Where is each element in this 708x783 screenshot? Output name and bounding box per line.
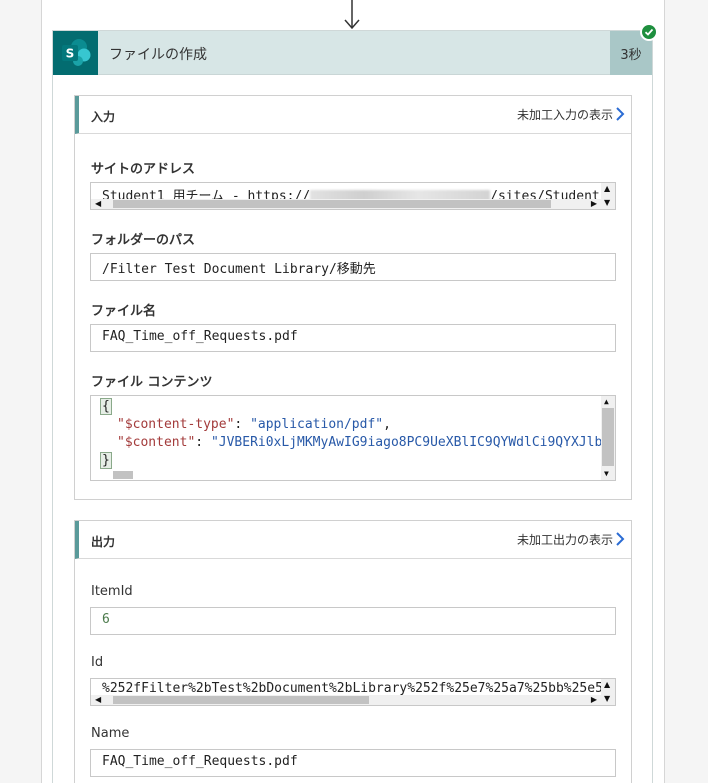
folder-path-value: /Filter Test Document Library/移動先 bbox=[102, 262, 376, 277]
id-value: %252fFilter%2bTest%2bDocument%2bLibrary%… bbox=[102, 681, 616, 696]
outputs-section-header: 出力 未加工出力の表示 bbox=[75, 521, 631, 559]
item-id-value: 6 bbox=[102, 612, 110, 627]
scroll-right-icon[interactable]: ▶ bbox=[591, 200, 597, 208]
name-value: FAQ_Time_off_Requests.pdf bbox=[102, 754, 298, 769]
json-key-content: "$content" bbox=[117, 435, 196, 450]
json-value-content-type: "application/pdf" bbox=[250, 417, 384, 432]
json-line-content: "$content": "JVBERi0xLjMKMyAwIG9iago8PC9… bbox=[117, 435, 616, 450]
json-key-content-type: "$content-type" bbox=[117, 417, 235, 432]
file-name-value: FAQ_Time_off_Requests.pdf bbox=[102, 329, 298, 344]
scroll-down-icon[interactable]: ▼ bbox=[604, 199, 610, 207]
duration-text: 3秒 bbox=[620, 47, 642, 63]
file-name-label: ファイル名 bbox=[91, 304, 157, 319]
file-content-label: ファイル コンテンツ bbox=[91, 375, 213, 390]
scroll-left-icon[interactable]: ◀ bbox=[95, 696, 101, 704]
site-address-label: サイトのアドレス bbox=[91, 162, 196, 177]
scrollbar-thumb[interactable] bbox=[113, 471, 133, 479]
folder-path-label: フォルダーのパス bbox=[91, 233, 196, 248]
chevron-right-icon[interactable] bbox=[613, 530, 627, 548]
site-address-vertical-scrollbar[interactable]: ▲ ▼ bbox=[601, 183, 615, 209]
chevron-right-icon[interactable] bbox=[613, 105, 627, 123]
json-open-line: { bbox=[100, 398, 112, 415]
name-label: Name bbox=[91, 726, 130, 741]
scroll-right-icon[interactable]: ▶ bbox=[591, 696, 597, 704]
scroll-up-icon[interactable]: ▲ bbox=[604, 681, 610, 689]
folder-path-field[interactable]: /Filter Test Document Library/移動先 bbox=[90, 253, 616, 281]
scrollbar-thumb[interactable] bbox=[602, 408, 614, 466]
item-id-label: ItemId bbox=[91, 584, 133, 599]
item-id-field[interactable]: 6 bbox=[90, 607, 616, 635]
site-address-field[interactable]: Student1 用チーム - https:///sites/Student1 … bbox=[90, 182, 616, 210]
sharepoint-icon: S bbox=[53, 31, 98, 75]
json-line-content-type: "$content-type": "application/pdf", bbox=[117, 417, 391, 432]
connector-arrow-icon bbox=[344, 0, 360, 30]
site-address-horizontal-scrollbar[interactable]: ◀ ▶ bbox=[91, 199, 601, 209]
svg-text:S: S bbox=[66, 47, 75, 61]
id-field[interactable]: %252fFilter%2bTest%2bDocument%2bLibrary%… bbox=[90, 678, 616, 706]
file-name-field[interactable]: FAQ_Time_off_Requests.pdf bbox=[90, 324, 616, 352]
show-raw-outputs-link[interactable]: 未加工出力の表示 bbox=[517, 531, 613, 548]
action-title: ファイルの作成 bbox=[109, 47, 207, 63]
action-card-header[interactable]: S ファイルの作成 3秒 bbox=[53, 31, 652, 75]
inputs-title: 入力 bbox=[91, 110, 116, 124]
id-vertical-scrollbar[interactable]: ▲ ▼ bbox=[601, 679, 615, 705]
scrollbar-thumb[interactable] bbox=[113, 696, 369, 704]
scroll-left-icon[interactable]: ◀ bbox=[95, 200, 101, 208]
file-content-horizontal-scrollbar[interactable] bbox=[91, 470, 601, 480]
json-open-brace: { bbox=[100, 398, 112, 415]
scroll-up-icon[interactable]: ▲ bbox=[604, 398, 609, 406]
json-close-brace: } bbox=[100, 452, 112, 469]
scroll-down-icon[interactable]: ▼ bbox=[604, 695, 610, 703]
json-close-line: } bbox=[100, 452, 112, 469]
id-horizontal-scrollbar[interactable]: ◀ ▶ bbox=[91, 695, 601, 705]
json-value-content: "JVBERi0xLjMKMyAwIG9iago8PC9UeXBlIC9QYWd… bbox=[210, 435, 616, 450]
scroll-down-icon[interactable]: ▼ bbox=[604, 470, 609, 478]
id-label: Id bbox=[91, 655, 104, 670]
name-field[interactable]: FAQ_Time_off_Requests.pdf bbox=[90, 749, 616, 777]
outputs-section: 出力 未加工出力の表示 bbox=[74, 520, 632, 783]
file-content-vertical-scrollbar[interactable]: ▲ ▼ bbox=[601, 396, 615, 480]
show-raw-inputs-link[interactable]: 未加工入力の表示 bbox=[517, 106, 613, 123]
outputs-title: 出力 bbox=[91, 535, 116, 549]
file-content-field[interactable]: { "$content-type": "application/pdf", "$… bbox=[90, 395, 616, 481]
check-circle-icon bbox=[640, 23, 658, 41]
inputs-section-header: 入力 未加工入力の表示 bbox=[75, 96, 631, 134]
scroll-up-icon[interactable]: ▲ bbox=[604, 185, 610, 193]
scrollbar-thumb[interactable] bbox=[113, 200, 551, 208]
